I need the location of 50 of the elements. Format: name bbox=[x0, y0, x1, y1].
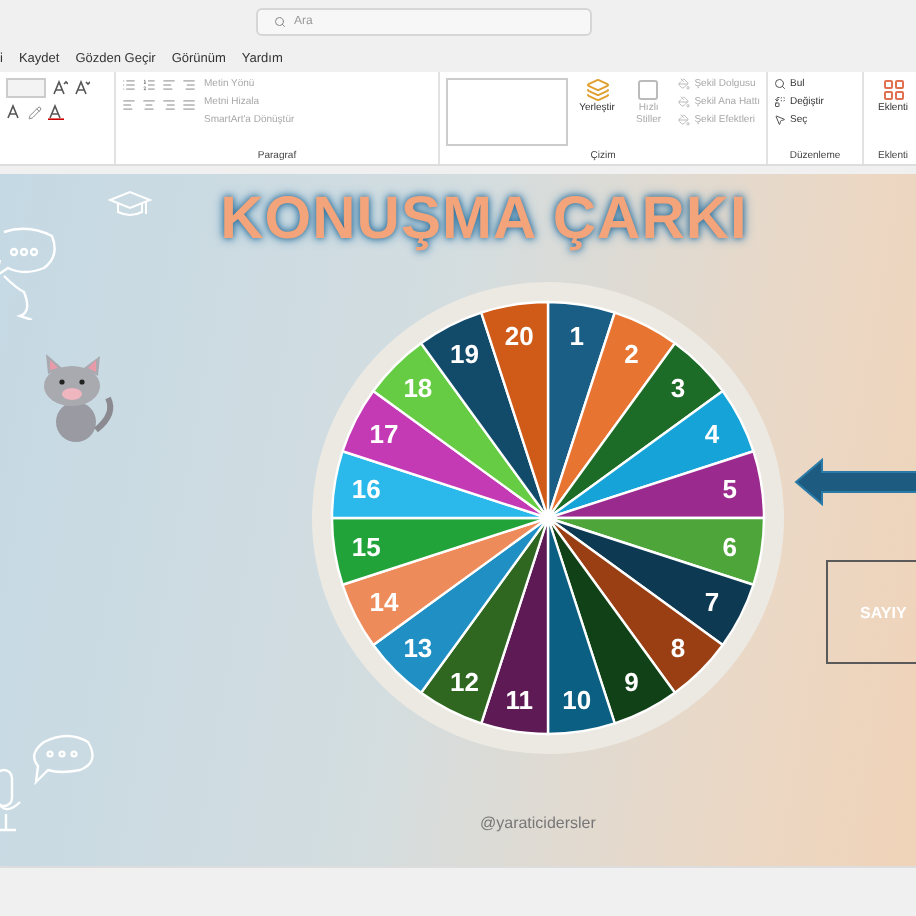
font-color-icon[interactable] bbox=[48, 104, 64, 120]
layers-icon bbox=[585, 78, 610, 102]
slice-number: 3 bbox=[670, 372, 686, 403]
shrink-font-icon[interactable] bbox=[74, 80, 90, 96]
align-left-icon[interactable] bbox=[122, 98, 136, 112]
slice-number: 1 bbox=[569, 321, 584, 352]
slice-number: 6 bbox=[722, 531, 737, 562]
search-icon bbox=[774, 78, 786, 90]
box-text: SAYIY bbox=[860, 603, 907, 621]
slice-number: 20 bbox=[504, 321, 534, 352]
bullets-icon[interactable] bbox=[122, 78, 136, 92]
grid-icon bbox=[881, 78, 905, 102]
numbering-icon[interactable] bbox=[142, 78, 156, 92]
slice-number: 4 bbox=[704, 419, 720, 450]
slide-title: KONUŞMA ÇARKI bbox=[220, 186, 748, 252]
align-right-icon[interactable] bbox=[162, 98, 176, 112]
slice-number: 9 bbox=[624, 666, 639, 697]
grow-font-icon[interactable] bbox=[52, 80, 68, 96]
slice-number: 14 bbox=[369, 586, 399, 617]
slice-number: 10 bbox=[562, 684, 592, 715]
slice-number: 19 bbox=[450, 339, 479, 370]
slice-number: 18 bbox=[403, 372, 433, 403]
slice-number: 5 bbox=[722, 474, 737, 505]
indent-icon[interactable] bbox=[162, 78, 176, 92]
arrow-icon bbox=[794, 456, 916, 508]
slice-number: 16 bbox=[351, 474, 381, 505]
graduation-cap-icon bbox=[108, 190, 152, 222]
slice-number: 7 bbox=[704, 586, 720, 617]
indent-icon[interactable] bbox=[182, 78, 196, 92]
paint-bucket-icon bbox=[678, 78, 691, 90]
slice-number: 11 bbox=[505, 684, 533, 715]
paint-bucket-icon bbox=[678, 114, 691, 126]
credit-text: @yaraticidersler bbox=[480, 814, 596, 832]
shapes-gallery[interactable] bbox=[446, 78, 568, 146]
square-icon bbox=[636, 78, 661, 102]
slice-number: 12 bbox=[450, 666, 479, 697]
align-center-icon[interactable] bbox=[142, 98, 156, 112]
slice-number: 13 bbox=[403, 633, 433, 664]
search-icon bbox=[274, 16, 286, 28]
slice-number: 8 bbox=[670, 633, 686, 664]
replace-icon bbox=[774, 96, 786, 108]
justify-icon[interactable] bbox=[182, 98, 196, 112]
slice-number: 15 bbox=[351, 531, 381, 562]
chat-bubbles-icon bbox=[0, 224, 60, 320]
slice-number: 2 bbox=[624, 339, 639, 370]
change-case-icon[interactable] bbox=[6, 104, 22, 120]
slice-number: 17 bbox=[369, 419, 399, 450]
pointer-icon bbox=[774, 114, 786, 126]
paint-bucket-icon bbox=[678, 96, 691, 108]
highlighter-icon[interactable] bbox=[28, 105, 42, 119]
